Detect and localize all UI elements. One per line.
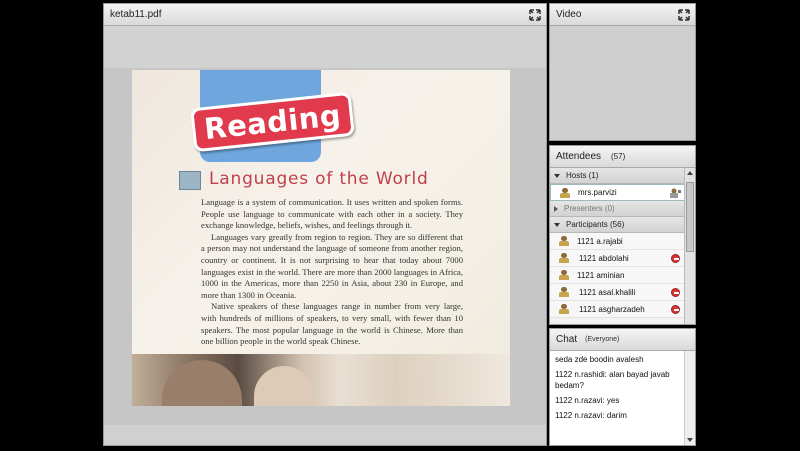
group-participants[interactable]: Participants (56) xyxy=(550,217,686,233)
host-icon xyxy=(560,187,570,198)
scroll-down-icon[interactable] xyxy=(687,438,693,442)
remove-status-icon[interactable] xyxy=(671,254,680,263)
attendees-title: Attendees xyxy=(556,151,602,162)
group-hosts[interactable]: Hosts (1) xyxy=(550,168,686,184)
participant-icon xyxy=(559,287,571,297)
group-label: Hosts (1) xyxy=(566,171,599,180)
person-image xyxy=(254,366,314,406)
attendee-list: Hosts (1) mrs.parvizi Presenters (0) Par… xyxy=(550,168,686,324)
video-pod-title: Video xyxy=(556,9,582,20)
scroll-up-icon[interactable] xyxy=(687,171,693,175)
chat-scrollbar[interactable] xyxy=(684,351,695,445)
group-presenters[interactable]: Presenters (0) xyxy=(550,201,686,217)
video-pod: Video xyxy=(549,3,696,141)
participant-icon xyxy=(559,270,569,280)
host-badge-icon xyxy=(670,188,681,198)
person-image xyxy=(162,360,242,406)
video-area xyxy=(550,26,695,140)
attendee-row[interactable]: 1121 aminian xyxy=(550,267,686,284)
attendees-pod-header: Attendees (57) xyxy=(550,146,695,168)
share-pod-title: ketab11.pdf xyxy=(110,9,162,20)
attendee-name: 1121 asal.khalili xyxy=(579,287,636,297)
collapse-triangle-icon xyxy=(554,205,558,212)
paragraph: Native speakers of these languages range… xyxy=(201,301,463,347)
attendee-count: (57) xyxy=(611,152,626,161)
people-photo xyxy=(132,354,510,406)
paragraph: Languages vary greatly from region to re… xyxy=(201,231,463,300)
chat-message: 1122 n.rashidi: alan bayad javab bedam? xyxy=(555,370,670,390)
video-pod-header: Video xyxy=(550,4,695,26)
lesson-heading: Languages of the World xyxy=(209,169,429,189)
expand-triangle-icon xyxy=(554,173,560,178)
attendees-pod: Attendees (57) Hosts (1) mrs.parvizi Pre… xyxy=(549,145,696,325)
attendee-scrollbar[interactable] xyxy=(684,168,695,324)
chat-title: Chat xyxy=(556,334,578,345)
attendee-row[interactable]: mrs.parvizi xyxy=(550,184,686,201)
chat-pod-header: Chat (Everyone) xyxy=(550,329,695,351)
attendee-name: mrs.parvizi xyxy=(578,188,617,197)
meeting-room: ketab11.pdf Reading Languages of the Wor… xyxy=(0,0,800,451)
group-label: Presenters (0) xyxy=(564,204,615,213)
participant-icon xyxy=(559,304,571,314)
chat-message: seda zde boodin avalesh xyxy=(555,355,644,364)
attendee-name: 1121 aminian xyxy=(577,270,625,280)
participant-icon xyxy=(559,253,571,263)
participant-icon xyxy=(559,236,569,246)
attendee-row[interactable]: 1121 asal.khalili xyxy=(550,284,686,301)
remove-status-icon[interactable] xyxy=(671,305,680,314)
fullscreen-icon[interactable] xyxy=(673,4,695,26)
pdf-page[interactable]: Reading Languages of the World Language … xyxy=(132,70,510,406)
share-pod: ketab11.pdf Reading Languages of the Wor… xyxy=(103,3,547,446)
scroll-thumb[interactable] xyxy=(686,182,694,252)
lesson-text: Language is a system of communication. I… xyxy=(201,197,463,348)
share-content: Reading Languages of the World Language … xyxy=(104,26,546,445)
globe-icon xyxy=(179,171,201,190)
share-top-area xyxy=(104,26,546,68)
share-pod-header: ketab11.pdf xyxy=(104,4,546,26)
chat-message: 1122 n.razavi: darim xyxy=(555,411,627,420)
fullscreen-icon[interactable] xyxy=(524,4,546,26)
chat-pod: Chat (Everyone) seda zde boodin avalesh … xyxy=(549,328,696,446)
attendee-name: 1121 a.rajabi xyxy=(577,236,623,246)
chat-scope[interactable]: (Everyone) xyxy=(585,336,619,343)
group-label: Participants (56) xyxy=(566,220,625,229)
attendee-row[interactable]: 1121 abdolahi xyxy=(550,250,686,267)
share-bottom-area xyxy=(104,425,546,445)
remove-status-icon[interactable] xyxy=(671,288,680,297)
chat-message: 1122 n.razavi: yes xyxy=(555,396,620,405)
attendee-name: 1121 asgharzadeh xyxy=(579,304,645,314)
expand-triangle-icon xyxy=(554,222,560,227)
attendee-name: 1121 abdolahi xyxy=(579,253,629,263)
chat-messages: seda zde boodin avalesh 1122 n.rashidi: … xyxy=(550,351,684,445)
attendee-row[interactable]: 1121 a.rajabi xyxy=(550,233,686,250)
paragraph: Language is a system of communication. I… xyxy=(201,197,463,231)
attendee-row[interactable]: 1121 asgharzadeh xyxy=(550,301,686,318)
